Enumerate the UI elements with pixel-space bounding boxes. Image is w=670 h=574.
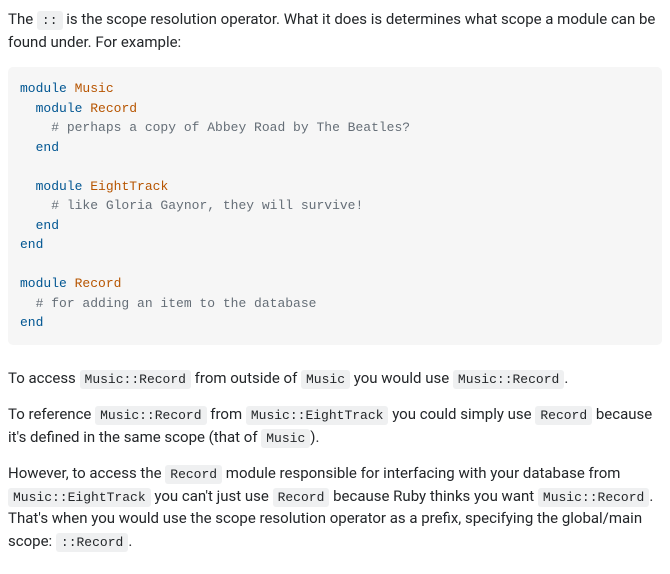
text: from outside of — [191, 369, 301, 387]
text: However, to access the — [8, 464, 165, 482]
text: because Ruby thinks you want — [329, 487, 538, 505]
code-keyword: module — [36, 101, 83, 116]
text: you could simply use — [388, 405, 535, 423]
code-keyword: module — [36, 179, 83, 194]
text: ). — [310, 428, 319, 446]
text: The — [8, 10, 37, 28]
code-comment: # for adding an item to the database — [36, 296, 317, 311]
text: . — [564, 369, 568, 387]
inline-code: Music::Record — [538, 488, 649, 507]
code-keyword: end — [36, 140, 59, 155]
code-constant: Record — [75, 276, 122, 291]
text: module responsible for interfacing with … — [222, 464, 620, 482]
code-constant: EightTrack — [90, 179, 168, 194]
text: is the scope resolution operator. What i… — [8, 10, 655, 51]
code-keyword: module — [20, 81, 67, 96]
inline-code: Music::EightTrack — [8, 488, 151, 507]
intro-paragraph: The :: is the scope resolution operator.… — [8, 8, 662, 53]
text: . — [128, 532, 132, 550]
code-keyword: module — [20, 276, 67, 291]
inline-code: Music::Record — [95, 406, 206, 425]
code-keyword: end — [36, 218, 59, 233]
code-keyword: end — [20, 315, 43, 330]
inline-code: Music — [301, 370, 350, 389]
code-keyword: end — [20, 237, 43, 252]
inline-code: Record — [165, 465, 222, 484]
text: To access — [8, 369, 80, 387]
code-comment: # like Gloria Gaynor, they will survive! — [51, 198, 363, 213]
inline-code: Record — [535, 406, 592, 425]
code-constant: Record — [90, 101, 137, 116]
inline-code: ::Record — [56, 533, 128, 552]
text: To reference — [8, 405, 95, 423]
paragraph-access: To access Music::Record from outside of … — [8, 367, 662, 390]
inline-code: Music::EightTrack — [246, 406, 389, 425]
inline-code-scope-operator: :: — [37, 11, 63, 30]
ruby-code-block: module Music module Record # perhaps a c… — [8, 67, 662, 345]
inline-code: Music — [261, 429, 310, 448]
code-comment: # perhaps a copy of Abbey Road by The Be… — [51, 120, 410, 135]
code-constant: Music — [75, 81, 114, 96]
text: you can't just use — [151, 487, 273, 505]
paragraph-however: However, to access the Record module res… — [8, 462, 662, 552]
text: from — [207, 405, 246, 423]
inline-code: Record — [273, 488, 330, 507]
paragraph-reference: To reference Music::Record from Music::E… — [8, 403, 662, 448]
text: you would use — [350, 369, 453, 387]
inline-code: Music::Record — [453, 370, 564, 389]
inline-code: Music::Record — [80, 370, 191, 389]
